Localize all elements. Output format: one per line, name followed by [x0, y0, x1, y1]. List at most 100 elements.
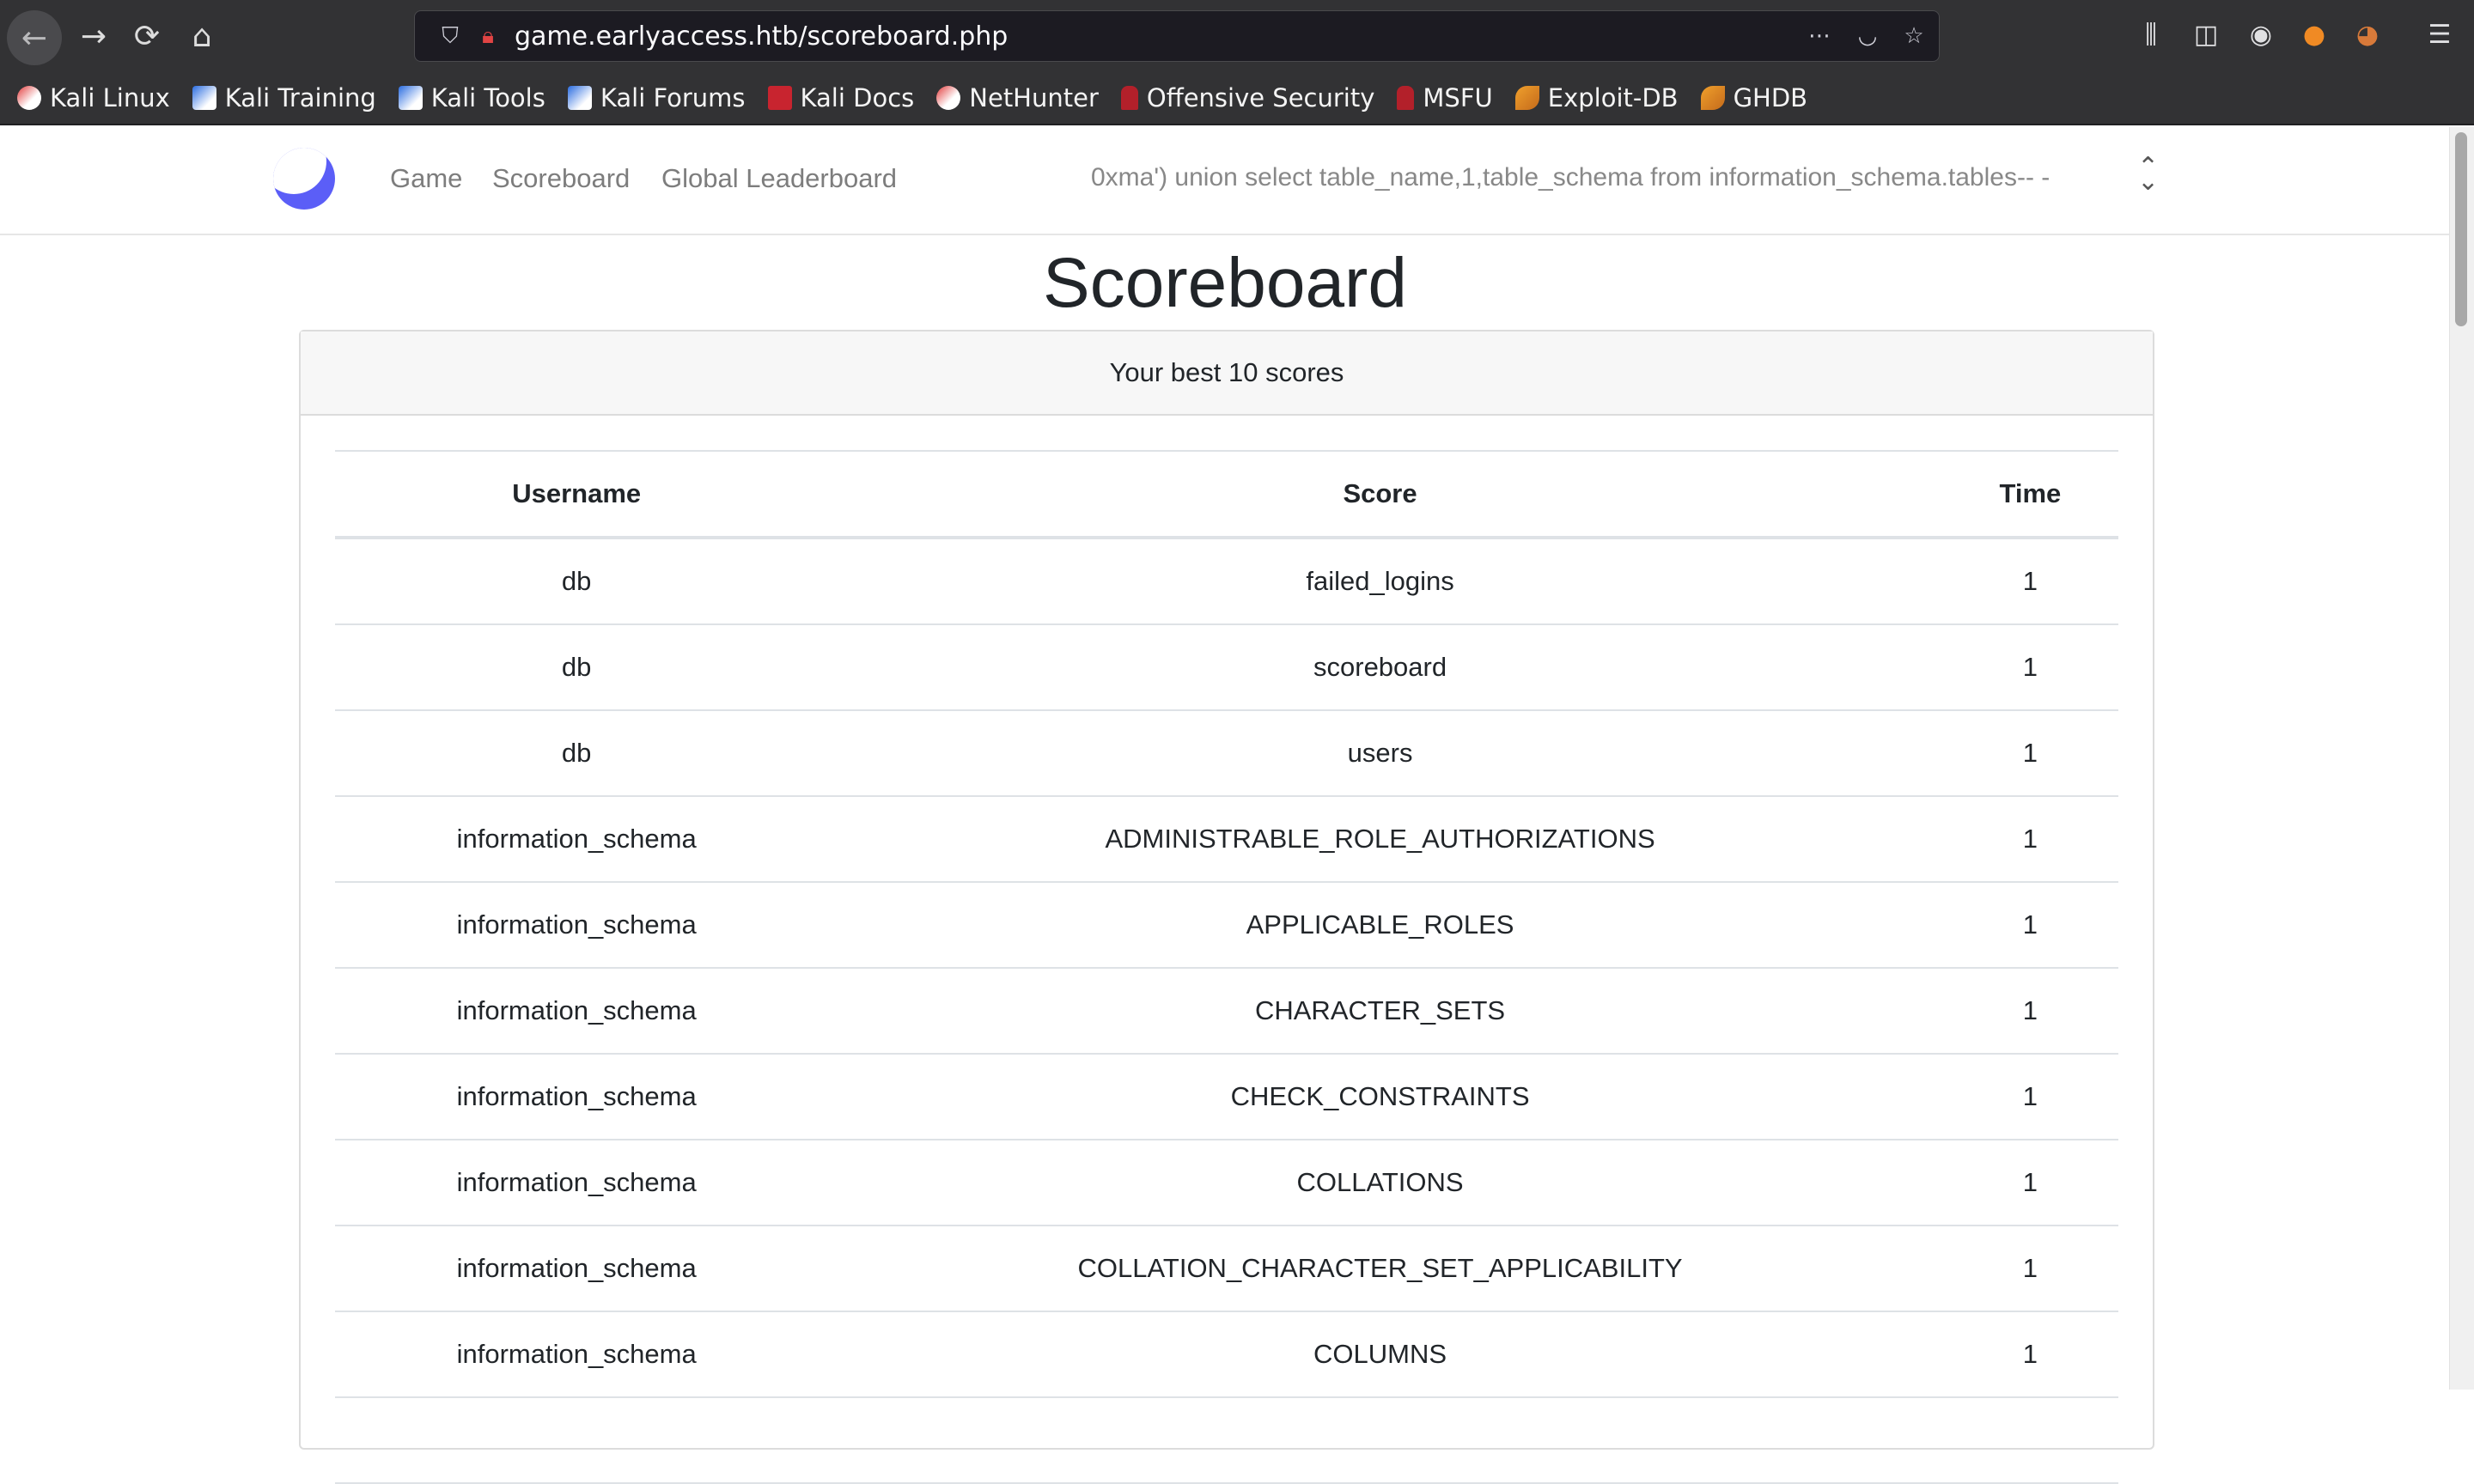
- bookmark-kali-training[interactable]: Kali Training: [192, 83, 376, 113]
- kali-dragon-icon: [17, 86, 41, 110]
- home-icon[interactable]: ⌂: [175, 10, 229, 62]
- page-scrollbar[interactable]: [2449, 127, 2474, 1390]
- table-row: db users 1: [335, 710, 2118, 797]
- column-header-score: Score: [818, 450, 1942, 539]
- kali-training-icon: [192, 86, 216, 110]
- cell-time: 1: [1941, 1226, 2118, 1312]
- kali-forums-icon: [567, 86, 592, 110]
- table-row: [335, 1397, 2118, 1484]
- nav-link-scoreboard[interactable]: Scoreboard: [492, 163, 630, 194]
- table-row: information_schema CHARACTER_SETS 1: [335, 968, 2118, 1055]
- exploit-db-icon: [1514, 86, 1539, 110]
- cell-score: [818, 1397, 1942, 1484]
- cell-time: [1941, 1397, 2118, 1484]
- column-header-time: Time: [1941, 450, 2118, 539]
- url-bar[interactable]: ⛉ 🔒︎ game.earlyaccess.htb/scoreboard.php…: [414, 10, 1940, 62]
- account-icon[interactable]: ◉: [2242, 15, 2280, 53]
- select-caret-icon[interactable]: ⌃ ⌄: [2137, 155, 2159, 195]
- table-row: information_schema COLUMNS 1: [335, 1311, 2118, 1398]
- scores-table: Username Score Time db failed_logins 1 db s…: [335, 450, 2118, 1484]
- offsec-icon: [1120, 86, 1138, 110]
- cell-username: information_schema: [335, 882, 819, 969]
- nav-link-game[interactable]: Game: [390, 163, 462, 194]
- cell-username: information_schema: [335, 1054, 819, 1140]
- ghdb-icon: [1700, 86, 1725, 110]
- reload-icon[interactable]: ⟳: [120, 10, 174, 62]
- cell-score: CHECK_CONSTRAINTS: [818, 1054, 1942, 1140]
- user-select[interactable]: 0xma') union select table_name,1,table_s…: [1091, 163, 2050, 192]
- table-header-row: Username Score Time: [335, 450, 2118, 539]
- shield-icon[interactable]: ⛉: [437, 23, 463, 49]
- table-row: information_schema APPLICABLE_ROLES 1: [335, 882, 2118, 969]
- msfu-icon: [1397, 86, 1415, 110]
- table-row: information_schema COLLATION_CHARACTER_SE…: [335, 1226, 2118, 1312]
- site-navbar: Game Scoreboard Global Leaderboard 0xma'…: [0, 127, 2450, 235]
- url-text[interactable]: game.earlyaccess.htb/scoreboard.php: [515, 21, 1008, 52]
- page-viewport: Game Scoreboard Global Leaderboard 0xma'…: [0, 127, 2450, 1484]
- cell-username: [335, 1397, 819, 1484]
- cell-time: 1: [1941, 1140, 2118, 1226]
- cell-username: information_schema: [335, 1311, 819, 1398]
- cell-score: failed_logins: [818, 538, 1942, 625]
- cell-score: scoreboard: [818, 624, 1942, 711]
- scores-card: Your best 10 scores Username Score Time …: [299, 330, 2154, 1484]
- kali-docs-icon: [767, 86, 792, 110]
- page-actions-icon[interactable]: ⋯: [1807, 23, 1832, 49]
- bookmark-ghdb[interactable]: GHDB: [1700, 83, 1807, 113]
- library-icon[interactable]: ⫼: [2132, 15, 2170, 53]
- forward-arrow-icon[interactable]: →: [67, 10, 120, 62]
- page-title: Scoreboard: [1043, 244, 1407, 322]
- nav-link-global-leaderboard[interactable]: Global Leaderboard: [661, 163, 897, 194]
- bookmark-kali-linux[interactable]: Kali Linux: [17, 83, 170, 113]
- cell-time: 1: [1941, 538, 2118, 625]
- cell-score: COLUMNS: [818, 1311, 1942, 1398]
- bookmarks-bar: Kali Linux Kali Training Kali Tools Kali…: [0, 72, 2474, 125]
- browser-toolbar: ← → ⟳ ⌂ ⛉ 🔒︎ game.earlyaccess.htb/scoreb…: [0, 0, 2474, 72]
- menu-icon[interactable]: ☰: [2421, 15, 2459, 53]
- cell-username: information_schema: [335, 968, 819, 1055]
- extension-fox-icon[interactable]: ●: [2295, 15, 2333, 53]
- bookmark-kali-docs[interactable]: Kali Docs: [767, 83, 914, 113]
- column-header-username: Username: [335, 450, 819, 539]
- cell-time: 1: [1941, 968, 2118, 1055]
- scrollbar-thumb[interactable]: [2455, 132, 2467, 326]
- extension-palette-icon[interactable]: ◕: [2349, 15, 2386, 53]
- cell-time: 1: [1941, 1054, 2118, 1140]
- cell-score: users: [818, 710, 1942, 797]
- cell-score: APPLICABLE_ROLES: [818, 882, 1942, 969]
- card-header: Your best 10 scores: [301, 331, 2153, 416]
- bookmark-star-icon[interactable]: ☆: [1901, 23, 1927, 49]
- cell-time: 1: [1941, 1311, 2118, 1398]
- bookmark-kali-tools[interactable]: Kali Tools: [398, 83, 545, 113]
- bookmark-offensive-security[interactable]: Offensive Security: [1120, 83, 1374, 113]
- sidebar-icon[interactable]: ◫: [2187, 15, 2225, 53]
- insecure-lock-icon[interactable]: 🔒︎: [475, 23, 501, 49]
- table-row: db failed_logins 1: [335, 538, 2118, 625]
- bookmark-msfu[interactable]: MSFU: [1397, 83, 1493, 113]
- nethunter-icon: [936, 86, 961, 110]
- pocket-icon[interactable]: ◡: [1855, 23, 1880, 49]
- cell-score: ADMINISTRABLE_ROLE_AUTHORIZATIONS: [818, 796, 1942, 883]
- cell-username: db: [335, 624, 819, 711]
- cell-time: 1: [1941, 796, 2118, 883]
- bookmark-nethunter[interactable]: NetHunter: [936, 83, 1099, 113]
- cell-time: 1: [1941, 882, 2118, 969]
- table-row: information_schema CHECK_CONSTRAINTS 1: [335, 1054, 2118, 1140]
- kali-tools-icon: [398, 86, 423, 110]
- cell-username: information_schema: [335, 796, 819, 883]
- table-row: db scoreboard 1: [335, 624, 2118, 711]
- cell-username: information_schema: [335, 1140, 819, 1226]
- cell-username: db: [335, 710, 819, 797]
- bookmark-kali-forums[interactable]: Kali Forums: [567, 83, 746, 113]
- cell-username: information_schema: [335, 1226, 819, 1312]
- cell-time: 1: [1941, 624, 2118, 711]
- site-logo-icon[interactable]: [273, 148, 335, 210]
- cell-score: CHARACTER_SETS: [818, 968, 1942, 1055]
- back-arrow-icon[interactable]: ←: [7, 10, 62, 65]
- bookmark-exploit-db[interactable]: Exploit-DB: [1514, 83, 1679, 113]
- cell-time: 1: [1941, 710, 2118, 797]
- table-row: information_schema ADMINISTRABLE_ROLE_AUT…: [335, 796, 2118, 883]
- cell-username: db: [335, 538, 819, 625]
- cell-score: COLLATIONS: [818, 1140, 1942, 1226]
- cell-score: COLLATION_CHARACTER_SET_APPLICABILITY: [818, 1226, 1942, 1312]
